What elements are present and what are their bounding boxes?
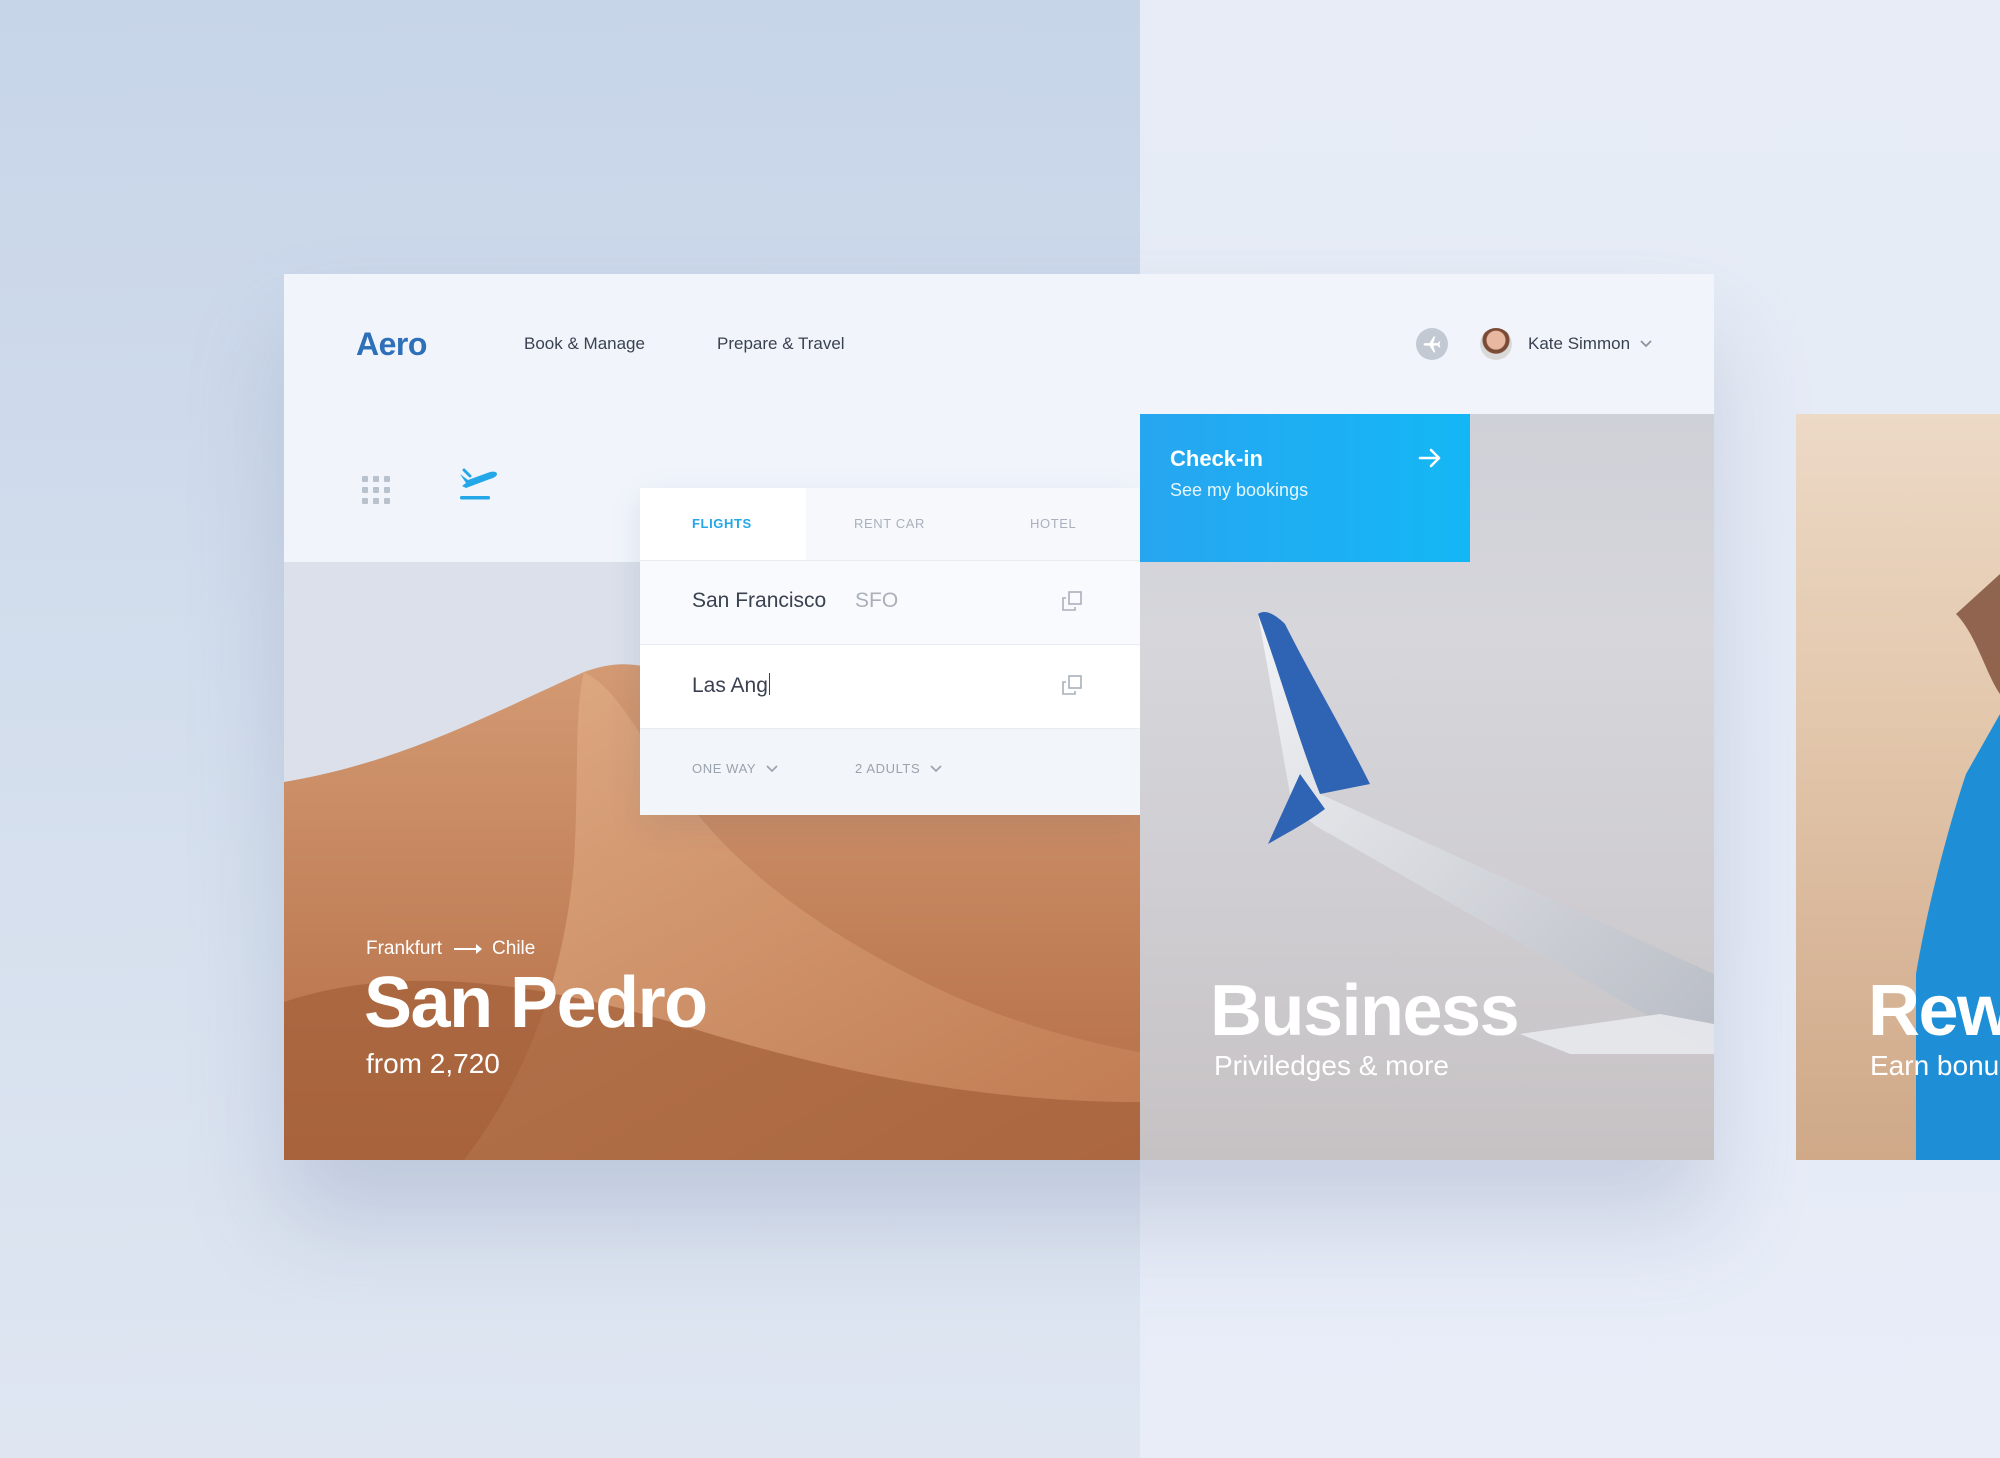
nav-prepare-travel[interactable]: Prepare & Travel bbox=[717, 334, 845, 354]
flight-takeoff-icon[interactable] bbox=[456, 466, 500, 511]
hero-title: San Pedro bbox=[364, 963, 708, 1043]
from-code: SFO bbox=[855, 589, 899, 612]
text-caret bbox=[768, 673, 770, 695]
app-window: Aero Book & Manage Prepare & Travel Kate… bbox=[284, 274, 1714, 1160]
route-from: Frankfurt bbox=[366, 938, 443, 959]
tab-hotel[interactable]: HOTEL bbox=[1030, 516, 1076, 531]
route: Frankfurt Chile bbox=[366, 938, 535, 960]
business-title: Business bbox=[1210, 971, 1520, 1051]
tab-flights[interactable]: FLIGHTS bbox=[692, 516, 752, 531]
copy-swap-icon[interactable] bbox=[1060, 589, 1084, 618]
business-subtitle: Priviledges & more bbox=[1214, 1050, 1449, 1081]
checkin-card[interactable]: Check-in See my bookings bbox=[1140, 414, 1470, 562]
search-options: ONE WAY 2 ADULTS bbox=[640, 728, 1140, 815]
arrow-right-icon[interactable] bbox=[1416, 444, 1444, 477]
from-city: San Francisco bbox=[692, 589, 827, 612]
logo[interactable]: Aero bbox=[356, 326, 427, 363]
trip-type-select[interactable]: ONE WAY bbox=[692, 761, 778, 776]
checkin-subtitle: See my bookings bbox=[1170, 480, 1309, 500]
chevron-down-icon bbox=[930, 764, 942, 772]
avatar[interactable] bbox=[1480, 328, 1512, 360]
user-name[interactable]: Kate Simmon bbox=[1528, 334, 1630, 354]
airplane-icon[interactable] bbox=[1416, 328, 1448, 360]
rewards-subtitle: Earn bonu bbox=[1870, 1050, 2000, 1081]
search-tabs: FLIGHTS RENT CAR HOTEL bbox=[640, 488, 1140, 560]
rewards-card-peek[interactable]: Rew Earn bonu bbox=[1796, 414, 2000, 1160]
copy-swap-icon[interactable] bbox=[1060, 673, 1084, 702]
toolbar bbox=[284, 414, 640, 562]
to-input-value: Las Ang bbox=[692, 673, 770, 697]
checkin-title: Check-in bbox=[1170, 446, 1263, 471]
search-panel: FLIGHTS RENT CAR HOTEL San Francisco SFO… bbox=[640, 488, 1140, 815]
long-arrow-right-icon bbox=[454, 944, 483, 954]
from-field[interactable]: San Francisco SFO bbox=[640, 560, 1140, 645]
hero-price: from 2,720 bbox=[366, 1048, 500, 1079]
tab-rent-car[interactable]: RENT CAR bbox=[854, 516, 925, 531]
grid-icon[interactable] bbox=[362, 476, 392, 506]
nav-book-manage[interactable]: Book & Manage bbox=[524, 334, 645, 354]
rewards-title: Rew bbox=[1868, 971, 2000, 1051]
to-field[interactable]: Las Ang bbox=[640, 644, 1140, 729]
chevron-down-icon[interactable] bbox=[1639, 336, 1653, 354]
passengers-label: 2 ADULTS bbox=[855, 761, 921, 776]
trip-type-label: ONE WAY bbox=[692, 761, 757, 776]
chevron-down-icon bbox=[766, 764, 778, 772]
route-to: Chile bbox=[492, 938, 536, 959]
passengers-select[interactable]: 2 ADULTS bbox=[855, 761, 942, 776]
header: Aero Book & Manage Prepare & Travel Kate… bbox=[284, 274, 1714, 414]
